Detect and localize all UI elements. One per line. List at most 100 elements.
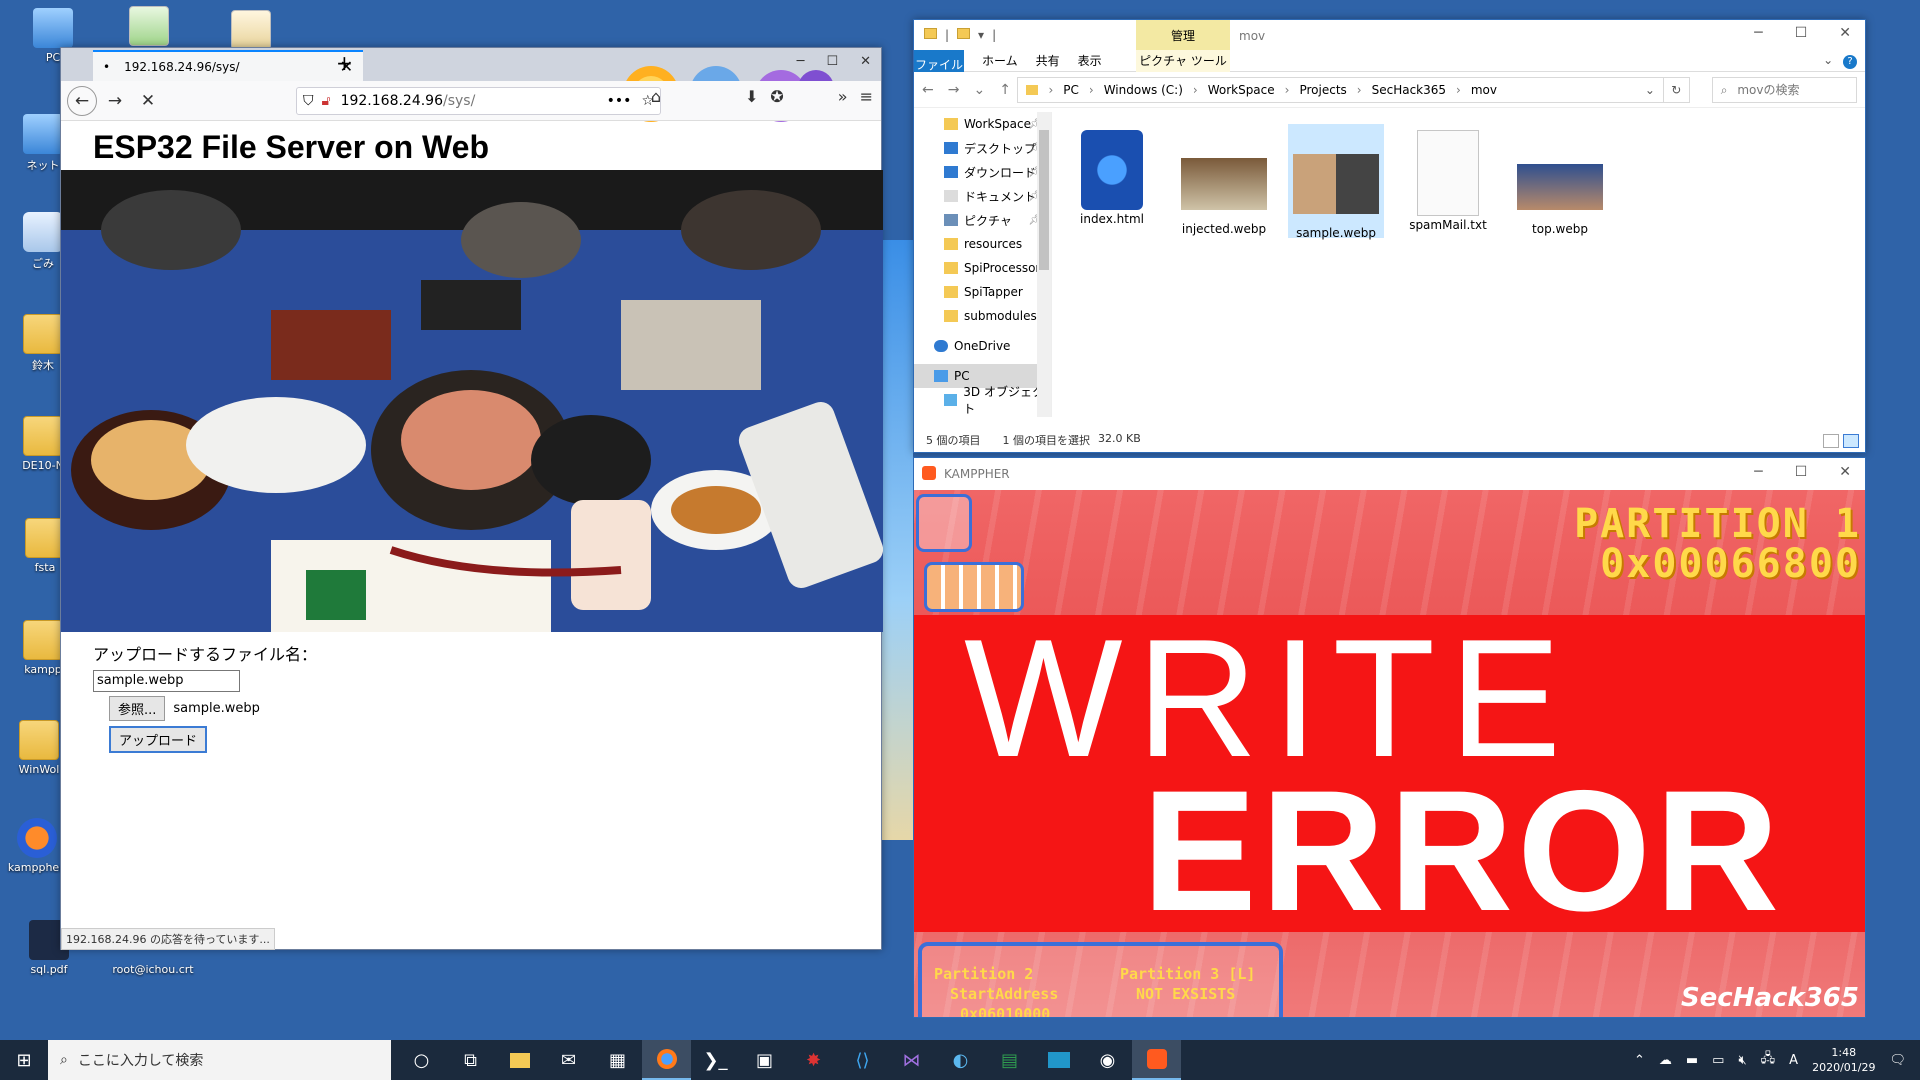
nav-item-onedrive[interactable]: OneDrive [914, 334, 1051, 358]
shield-icon[interactable]: ⛉ [303, 93, 314, 109]
ribbon-tab-home[interactable]: ホーム [982, 52, 1018, 69]
large-icons-view-icon[interactable] [1843, 434, 1859, 448]
search-tool-button[interactable] [916, 494, 972, 552]
maximize-icon[interactable]: ☐ [1795, 25, 1808, 41]
task-view-icon[interactable]: ⧉ [446, 1040, 495, 1080]
nav-item-pictures[interactable]: ピクチャ 📌︎ [914, 208, 1051, 232]
network-icon[interactable]: 🖧 [1761, 1049, 1776, 1071]
close-icon[interactable]: ✕ [1839, 25, 1851, 41]
desktop-icon-image[interactable] [114, 6, 184, 49]
browse-button[interactable]: 参照... [109, 695, 166, 721]
cortana-icon[interactable]: ○ [397, 1040, 446, 1080]
volume-icon[interactable]: 🔇︎ [1738, 1053, 1746, 1068]
vscode-icon[interactable]: ⟨⟩ [838, 1040, 887, 1080]
file-item[interactable]: spamMail.txt [1400, 124, 1496, 238]
close-icon[interactable]: ✕ [1839, 464, 1851, 480]
nav-item-spiprocessor[interactable]: SpiProcessor [914, 256, 1051, 280]
calendar-icon[interactable]: ▦ [593, 1040, 642, 1080]
recent-chevron-icon[interactable]: ⌄ [973, 82, 985, 98]
notification-icon[interactable]: 🗨 [1889, 1053, 1906, 1068]
stop-loading-icon[interactable]: ✕ [133, 86, 163, 116]
minimize-icon[interactable]: ─ [797, 54, 805, 69]
minimize-icon[interactable]: ─ [1754, 464, 1762, 480]
filename-input[interactable] [93, 669, 240, 692]
url-host: 192.168.24.96 [340, 93, 444, 109]
hamburger-menu-icon[interactable]: ≡ [860, 87, 873, 106]
tray-chevron-up-icon[interactable]: ⌃ [1634, 1053, 1645, 1068]
obs-icon[interactable]: ◉ [1083, 1040, 1132, 1080]
forward-arrow-icon[interactable]: → [948, 82, 960, 98]
chevron-down-icon[interactable]: ⌄ [1823, 53, 1833, 67]
nav-item-3d-objects[interactable]: 3D オブジェクト [914, 385, 1051, 416]
edge-icon[interactable]: ◐ [936, 1040, 985, 1080]
url-bar[interactable]: ⛉ 🔓︎ 192.168.24.96/sys/ ••• ☆ [296, 87, 661, 115]
file-item[interactable]: top.webp [1512, 124, 1608, 238]
page-actions-icon[interactable]: ••• [607, 93, 632, 109]
nav-item-documents[interactable]: ドキュメント 📌︎ [914, 184, 1051, 208]
breadcrumb-item[interactable]: Projects [1299, 83, 1346, 97]
game-icon[interactable]: ✸ [789, 1040, 838, 1080]
extension-icon[interactable]: ✪ [770, 87, 783, 106]
nav-item-spitapper[interactable]: SpiTapper [914, 280, 1051, 304]
battery-icon[interactable]: ▭ [1712, 1053, 1724, 1068]
breadcrumb[interactable]: › PC › Windows (C:) › WorkSpace › Projec… [1017, 76, 1664, 103]
nav-item-submodules[interactable]: submodules [914, 304, 1051, 328]
ribbon-tab-view[interactable]: 表示 [1078, 52, 1102, 69]
editor-icon[interactable]: ▣ [740, 1040, 789, 1080]
breadcrumb-item[interactable]: mov [1471, 83, 1497, 97]
onedrive-cloud-icon[interactable]: ☁ [1659, 1053, 1672, 1068]
refresh-icon[interactable]: ↻ [1663, 76, 1690, 103]
nav-scroll-thumb[interactable] [1039, 130, 1049, 270]
breadcrumb-item[interactable]: PC [1063, 83, 1079, 97]
nav-item-downloads[interactable]: ダウンロード 📌︎ [914, 160, 1051, 184]
flag-icon[interactable]: ▬ [1686, 1053, 1698, 1068]
back-arrow-icon[interactable]: ← [922, 82, 934, 98]
back-arrow-icon[interactable]: ← [67, 85, 97, 116]
ribbon-tab-picture-tools[interactable]: ピクチャ ツール [1136, 49, 1230, 72]
chevron-down-icon[interactable]: ⌄ [1645, 83, 1655, 97]
up-arrow-icon[interactable]: ↑ [999, 82, 1011, 98]
ribbon-tab-share[interactable]: 共有 [1036, 52, 1060, 69]
browser-tab[interactable]: • 192.168.24.96/sys/ ✕ [93, 50, 363, 81]
insecure-lock-icon[interactable]: 🔓︎ [322, 93, 331, 109]
excel-icon[interactable]: ▤ [985, 1040, 1034, 1080]
forward-arrow-icon[interactable]: → [100, 86, 130, 116]
breadcrumb-item[interactable]: Windows (C:) [1104, 83, 1183, 97]
terminal-icon[interactable]: ❯_ [691, 1040, 740, 1080]
nav-scrollbar[interactable] [1037, 112, 1051, 417]
manage-context-tab[interactable]: 管理 [1136, 20, 1230, 50]
download-icon[interactable]: ⬇ [745, 87, 758, 106]
nav-item-resources[interactable]: resources [914, 232, 1051, 256]
close-icon[interactable]: ✕ [860, 54, 871, 69]
windows-start-icon[interactable]: ⊞ [0, 1040, 48, 1080]
nav-item-workspace[interactable]: WorkSpace 📌︎ [914, 112, 1051, 136]
maximize-icon[interactable]: ☐ [1795, 464, 1808, 480]
minimize-icon[interactable]: ─ [1754, 25, 1762, 41]
overflow-chevron-icon[interactable]: » [838, 87, 848, 106]
nav-item-desktop[interactable]: デスクトップ 📌︎ [914, 136, 1051, 160]
details-view-icon[interactable] [1823, 434, 1839, 448]
visual-studio-icon[interactable]: ⋈ [887, 1040, 936, 1080]
file-explorer-icon[interactable] [495, 1040, 544, 1080]
new-folder-icon[interactable] [957, 28, 971, 39]
maximize-icon[interactable]: ☐ [826, 54, 838, 69]
upload-button[interactable]: アップロード [109, 725, 208, 753]
kampher-taskbar-icon[interactable] [1132, 1040, 1181, 1080]
arduino-icon[interactable] [1034, 1040, 1083, 1080]
firefox-icon[interactable] [642, 1040, 691, 1080]
file-item[interactable]: sample.webp [1288, 124, 1384, 240]
help-icon[interactable]: ? [1843, 54, 1857, 69]
taskbar-search-box[interactable]: ⌕ ここに入力して検索 [48, 1040, 391, 1080]
new-tab-icon[interactable]: + [336, 51, 353, 75]
breadcrumb-item[interactable]: WorkSpace [1208, 83, 1275, 97]
clock[interactable]: 1:48 2020/01/29 [1812, 1045, 1875, 1075]
file-item[interactable]: index.html [1064, 124, 1160, 238]
home-icon[interactable]: ⌂ [651, 87, 661, 106]
ime-indicator[interactable]: A [1789, 1053, 1798, 1068]
breadcrumb-item[interactable]: SecHack365 [1372, 83, 1446, 97]
mail-icon[interactable]: ✉ [544, 1040, 593, 1080]
folder-search-input[interactable]: ⌕ movの検索 [1711, 76, 1857, 103]
ribbon-tab-file[interactable]: ファイル [914, 49, 964, 72]
file-item[interactable]: injected.webp [1176, 124, 1272, 238]
chevron-down-icon[interactable]: ▾ [978, 28, 984, 42]
